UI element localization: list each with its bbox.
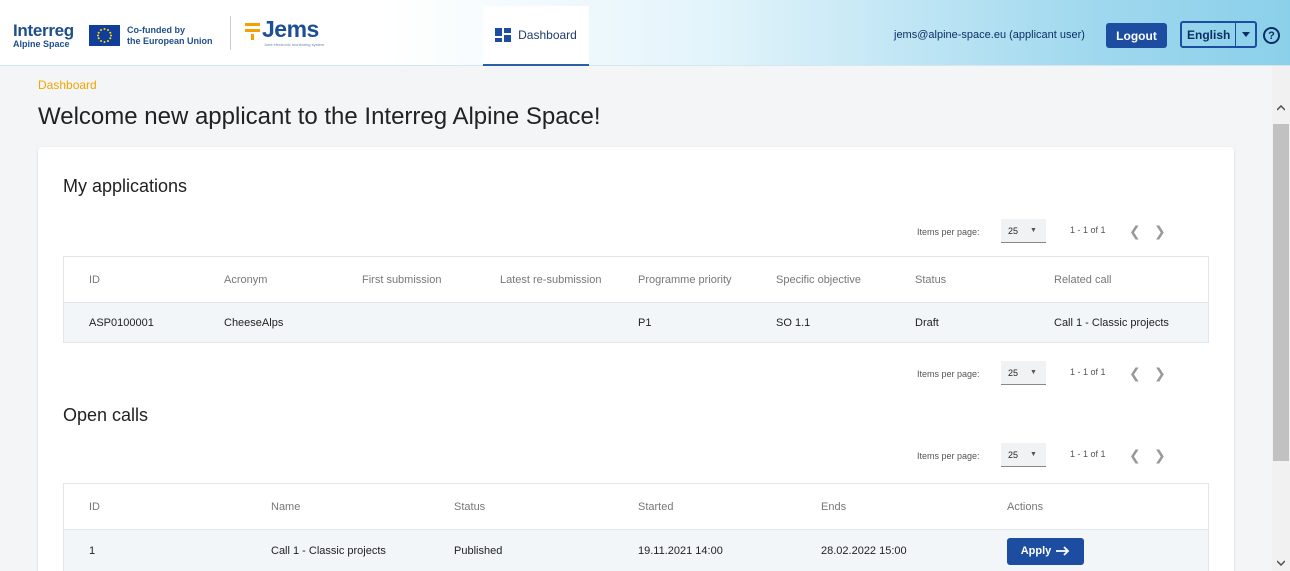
caret-down-icon: ▼ bbox=[1030, 369, 1037, 376]
eu-text-line1: Co-funded by bbox=[127, 25, 185, 35]
column-header[interactable]: Specific objective bbox=[776, 257, 861, 302]
top-bar: Interreg Alpine Space Co-funded by the E… bbox=[0, 0, 1290, 66]
cell-ends: 28.02.2022 15:00 bbox=[821, 545, 907, 557]
cell-status: Draft bbox=[915, 316, 939, 329]
dashboard-card: My applications Items per page: 25 ▼ 1 -… bbox=[38, 147, 1234, 571]
applications-paginator-top: Items per page: 25 ▼ 1 - 1 of 1 ❮ ❯ bbox=[917, 219, 1197, 243]
cell-acronym: CheeseAlps bbox=[224, 316, 284, 329]
caret-down-icon: ▼ bbox=[1030, 451, 1037, 458]
table-row[interactable]: 1 Call 1 - Classic projects Published 19… bbox=[64, 530, 1208, 571]
nav-tab-dashboard[interactable]: Dashboard bbox=[483, 6, 589, 66]
user-email: jems@alpine-space.eu (applicant user) bbox=[894, 29, 1085, 41]
items-per-page-select[interactable]: 25 ▼ bbox=[1001, 361, 1046, 385]
page-title: Welcome new applicant to the Interreg Al… bbox=[38, 103, 601, 130]
cell-status: Published bbox=[454, 545, 503, 557]
previous-page-icon[interactable]: ❮ bbox=[1129, 365, 1141, 382]
paginator-range: 1 - 1 of 1 bbox=[1070, 225, 1106, 235]
language-select[interactable]: English bbox=[1180, 21, 1257, 48]
column-header[interactable]: Acronym bbox=[224, 257, 267, 302]
column-header: Actions bbox=[1007, 500, 1044, 513]
breadcrumb[interactable]: Dashboard bbox=[38, 78, 97, 92]
cell-started: 19.11.2021 14:00 bbox=[638, 545, 723, 557]
arrow-right-icon bbox=[1056, 546, 1070, 556]
apply-button-label: Apply bbox=[1020, 545, 1052, 557]
column-header[interactable]: Latest re-submission bbox=[500, 257, 602, 302]
previous-page-icon[interactable]: ❮ bbox=[1129, 223, 1141, 240]
column-header[interactable]: Related call bbox=[1054, 257, 1111, 302]
caret-down-icon: ▼ bbox=[1030, 227, 1037, 234]
scrollbar-thumb[interactable] bbox=[1273, 124, 1289, 461]
column-header[interactable]: Status bbox=[454, 484, 485, 529]
scroll-down-icon[interactable] bbox=[1276, 558, 1286, 569]
column-header[interactable]: ID bbox=[89, 484, 100, 529]
eu-flag-icon bbox=[89, 25, 120, 46]
table-row[interactable]: ASP0100001 CheeseAlps P1 SO 1.1 Draft Ca… bbox=[64, 303, 1208, 342]
open-calls-table: ID Name Status Started Ends Actions 1 Ca… bbox=[63, 483, 1209, 571]
jems-logo-word: Jems bbox=[262, 16, 319, 42]
interreg-logo-sub: Alpine Space bbox=[13, 39, 70, 49]
cell-actions: Apply bbox=[1007, 530, 1084, 571]
cell-id: 1 bbox=[89, 545, 96, 557]
column-header[interactable]: Started bbox=[638, 484, 673, 529]
next-page-icon[interactable]: ❯ bbox=[1154, 365, 1166, 382]
items-per-page-select[interactable]: 25 ▼ bbox=[1001, 219, 1046, 243]
applications-paginator-bottom: Items per page: 25 ▼ 1 - 1 of 1 ❮ ❯ bbox=[917, 361, 1197, 385]
open-calls-title: Open calls bbox=[63, 405, 149, 425]
nav-tab-dashboard-label: Dashboard bbox=[518, 28, 577, 42]
jems-logo-tagline: Joint electronic monitoring system bbox=[264, 42, 325, 47]
items-per-page-value: 25 bbox=[1008, 367, 1019, 378]
column-header[interactable]: Programme priority bbox=[638, 257, 732, 302]
next-page-icon[interactable]: ❯ bbox=[1154, 223, 1166, 240]
paginator-range: 1 - 1 of 1 bbox=[1070, 367, 1106, 377]
column-header[interactable]: Ends bbox=[821, 484, 846, 529]
next-page-icon[interactable]: ❯ bbox=[1154, 447, 1166, 464]
items-per-page-value: 25 bbox=[1008, 449, 1019, 460]
cell-specific-objective: SO 1.1 bbox=[776, 316, 811, 329]
applications-table-header: ID Acronym First submission Latest re-su… bbox=[64, 257, 1208, 303]
dashboard-icon bbox=[495, 28, 512, 42]
cell-id: ASP0100001 bbox=[89, 316, 154, 329]
applications-table: ID Acronym First submission Latest re-su… bbox=[63, 256, 1209, 343]
scroll-up-icon[interactable] bbox=[1276, 103, 1286, 114]
items-per-page-value: 25 bbox=[1008, 225, 1019, 236]
paginator-range: 1 - 1 of 1 bbox=[1070, 449, 1106, 459]
interreg-logo: Interreg Alpine Space bbox=[13, 22, 74, 49]
column-header[interactable]: ID bbox=[89, 257, 100, 302]
language-select-value: English bbox=[1187, 27, 1231, 42]
previous-page-icon[interactable]: ❮ bbox=[1129, 447, 1141, 464]
jems-logo-icon bbox=[245, 23, 260, 40]
open-calls-paginator-top: Items per page: 25 ▼ 1 - 1 of 1 ❮ ❯ bbox=[917, 443, 1197, 467]
logo-divider bbox=[230, 16, 231, 50]
my-applications-title: My applications bbox=[63, 176, 188, 196]
apply-button[interactable]: Apply bbox=[1007, 537, 1084, 565]
column-header[interactable]: Status bbox=[915, 257, 946, 302]
cell-priority: P1 bbox=[638, 316, 652, 329]
cell-name: Call 1 - Classic projects bbox=[271, 545, 386, 557]
open-calls-table-header: ID Name Status Started Ends Actions bbox=[64, 484, 1208, 530]
items-per-page-label: Items per page: bbox=[917, 451, 980, 461]
eu-text-line2: the European Union bbox=[127, 36, 213, 46]
items-per-page-label: Items per page: bbox=[917, 369, 980, 379]
column-header[interactable]: First submission bbox=[362, 257, 441, 302]
cell-related-call: Call 1 - Classic projects bbox=[1054, 316, 1169, 329]
items-per-page-select[interactable]: 25 ▼ bbox=[1001, 443, 1046, 467]
column-header[interactable]: Name bbox=[271, 484, 300, 529]
page-scrollbar[interactable] bbox=[1272, 66, 1290, 571]
help-icon[interactable]: ? bbox=[1263, 27, 1280, 44]
chevron-down-icon bbox=[1235, 23, 1255, 46]
items-per-page-label: Items per page: bbox=[917, 227, 980, 237]
eu-cofunded-text: Co-funded by the European Union bbox=[127, 25, 213, 47]
logout-button[interactable]: Logout bbox=[1106, 23, 1167, 48]
interreg-logo-word: Interreg bbox=[13, 21, 74, 40]
